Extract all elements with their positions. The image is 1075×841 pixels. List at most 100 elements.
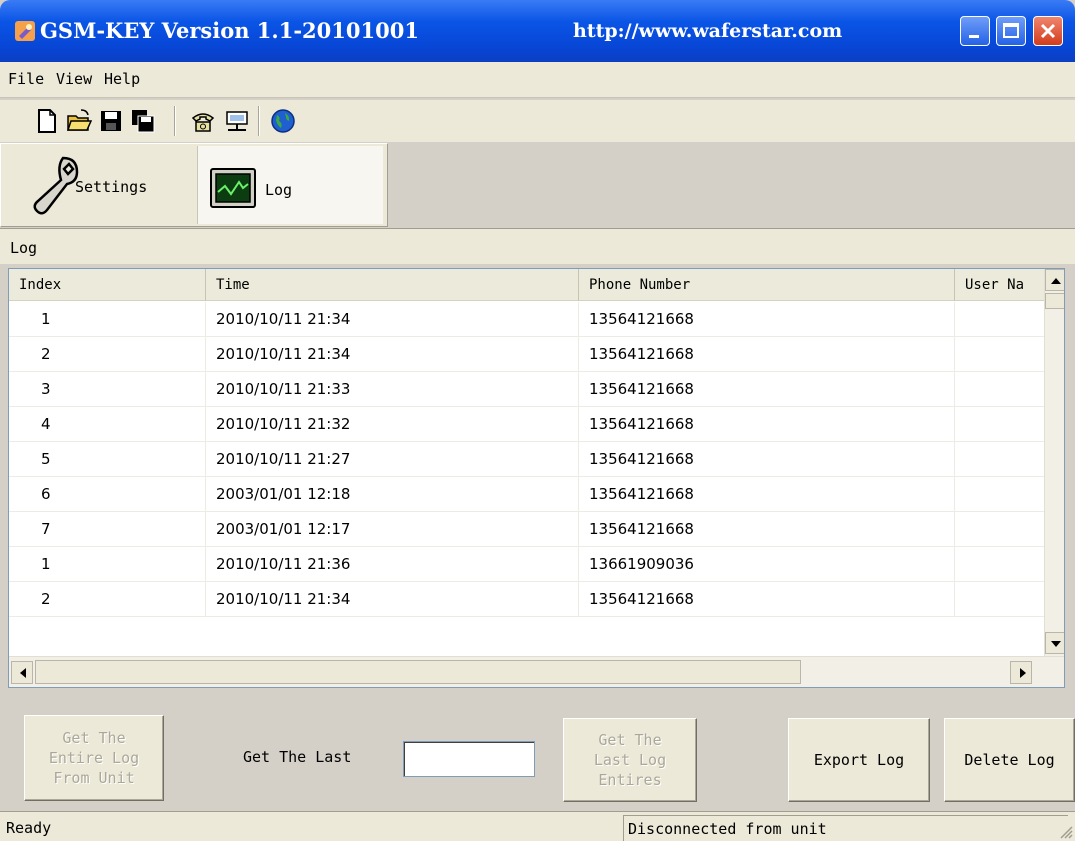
scroll-up-button[interactable] bbox=[1045, 269, 1064, 291]
menu-bar: File View Help bbox=[0, 62, 1075, 98]
table-row[interactable]: 4 2010/10/11 21:32 13564121668 bbox=[9, 407, 1044, 442]
cell-user-name bbox=[955, 477, 1044, 512]
export-log-button[interactable]: Export Log bbox=[788, 718, 930, 802]
toolbar-separator bbox=[174, 106, 176, 136]
cell-phone-number: 13564121668 bbox=[579, 582, 955, 617]
cell-user-name bbox=[955, 512, 1044, 547]
vertical-scrollbar[interactable] bbox=[1044, 269, 1064, 656]
log-table[interactable]: Index Time Phone Number User Na 1 2010/10… bbox=[8, 268, 1065, 688]
app-key-icon bbox=[15, 21, 35, 41]
minimize-button[interactable] bbox=[960, 16, 990, 46]
cell-phone-number: 13564121668 bbox=[579, 302, 955, 337]
maximize-button[interactable] bbox=[996, 16, 1026, 46]
menu-file[interactable]: File bbox=[8, 70, 44, 88]
export-log-label: Export Log bbox=[813, 751, 905, 769]
arrow-left-icon bbox=[20, 668, 26, 678]
cell-user-name bbox=[955, 547, 1044, 582]
table-row[interactable]: 2 2010/10/11 21:34 13564121668 bbox=[9, 582, 1044, 617]
view-tabs: Settings Log bbox=[0, 143, 388, 227]
toolbar bbox=[0, 100, 1075, 142]
table-header: Index Time Phone Number User Na bbox=[9, 269, 1044, 301]
cell-time: 2010/10/11 21:34 bbox=[206, 337, 579, 372]
horizontal-scrollbar[interactable] bbox=[9, 656, 1064, 687]
column-header-phone[interactable]: Phone Number bbox=[579, 269, 955, 301]
tab-settings[interactable]: Settings bbox=[3, 146, 195, 224]
cell-time: 2010/10/11 21:34 bbox=[206, 582, 579, 617]
table-row[interactable]: 3 2010/10/11 21:33 13564121668 bbox=[9, 372, 1044, 407]
cell-index: 4 bbox=[9, 407, 206, 442]
window-title: GSM-KEY Version 1.1-20101001 bbox=[40, 18, 419, 43]
table-row[interactable]: 7 2003/01/01 12:17 13564121668 bbox=[9, 512, 1044, 547]
cell-time: 2010/10/11 21:36 bbox=[206, 547, 579, 582]
column-header-time[interactable]: Time bbox=[206, 269, 579, 301]
cell-phone-number: 13564121668 bbox=[579, 407, 955, 442]
delete-log-button[interactable]: Delete Log bbox=[944, 718, 1075, 802]
cell-index: 2 bbox=[9, 337, 206, 372]
network-icon[interactable] bbox=[224, 108, 250, 134]
phone-icon[interactable] bbox=[190, 108, 216, 134]
cell-phone-number: 13564121668 bbox=[579, 337, 955, 372]
table-row[interactable]: 1 2010/10/11 21:36 13661909036 bbox=[9, 547, 1044, 582]
cell-time: 2010/10/11 21:33 bbox=[206, 372, 579, 407]
cell-time: 2003/01/01 12:17 bbox=[206, 512, 579, 547]
tab-log[interactable]: Log bbox=[197, 146, 383, 224]
column-header-user[interactable]: User Na bbox=[955, 269, 1044, 301]
cell-index: 7 bbox=[9, 512, 206, 547]
column-header-index[interactable]: Index bbox=[9, 269, 206, 301]
close-icon bbox=[1040, 23, 1056, 39]
arrow-right-icon bbox=[1020, 668, 1026, 678]
close-button[interactable] bbox=[1033, 16, 1063, 46]
cell-phone-number: 13661909036 bbox=[579, 547, 955, 582]
get-entire-log-label: Get The Entire Log From Unit bbox=[48, 729, 140, 787]
cell-phone-number: 13564121668 bbox=[579, 512, 955, 547]
title-bar[interactable]: GSM-KEY Version 1.1-20101001 http://www.… bbox=[0, 0, 1075, 62]
save-all-icon[interactable] bbox=[130, 108, 156, 134]
cell-phone-number: 13564121668 bbox=[579, 442, 955, 477]
vertical-scroll-thumb[interactable] bbox=[1045, 293, 1064, 309]
minimize-icon bbox=[969, 35, 979, 38]
scroll-right-button[interactable] bbox=[1010, 661, 1032, 684]
delete-log-label: Delete Log bbox=[964, 751, 1055, 769]
get-last-log-entries-button[interactable]: Get The Last Log Entires bbox=[563, 718, 697, 802]
arrow-up-icon bbox=[1051, 278, 1061, 284]
cell-index: 2 bbox=[9, 582, 206, 617]
get-the-last-input[interactable] bbox=[403, 741, 535, 777]
new-file-icon[interactable] bbox=[34, 108, 60, 134]
toolbar-separator bbox=[258, 106, 260, 136]
horizontal-scroll-thumb[interactable] bbox=[35, 660, 801, 684]
cell-index: 3 bbox=[9, 372, 206, 407]
cell-index: 6 bbox=[9, 477, 206, 512]
tab-log-label: Log bbox=[265, 181, 293, 199]
scroll-left-button[interactable] bbox=[11, 661, 33, 684]
log-panel-title: Log bbox=[10, 239, 38, 257]
cell-index: 1 bbox=[9, 547, 206, 582]
monitor-chart-icon bbox=[210, 168, 256, 208]
cell-index: 1 bbox=[9, 302, 206, 337]
status-text: Ready bbox=[6, 819, 52, 837]
resize-grip-icon[interactable] bbox=[1057, 823, 1073, 839]
table-row[interactable]: 2 2010/10/11 21:34 13564121668 bbox=[9, 337, 1044, 372]
cell-time: 2010/10/11 21:34 bbox=[206, 302, 579, 337]
menu-help[interactable]: Help bbox=[104, 70, 140, 88]
maximize-icon bbox=[1003, 23, 1019, 38]
cell-user-name bbox=[955, 582, 1044, 617]
cell-user-name bbox=[955, 337, 1044, 372]
tab-settings-label: Settings bbox=[75, 178, 148, 196]
menu-view[interactable]: View bbox=[56, 70, 92, 88]
cell-user-name bbox=[955, 407, 1044, 442]
cell-index: 5 bbox=[9, 442, 206, 477]
table-row[interactable]: 6 2003/01/01 12:18 13564121668 bbox=[9, 477, 1044, 512]
cell-user-name bbox=[955, 302, 1044, 337]
save-icon[interactable] bbox=[98, 108, 124, 134]
cell-phone-number: 13564121668 bbox=[579, 477, 955, 512]
table-row[interactable]: 1 2010/10/11 21:34 13564121668 bbox=[9, 302, 1044, 337]
cell-time: 2010/10/11 21:32 bbox=[206, 407, 579, 442]
open-folder-icon[interactable] bbox=[66, 108, 93, 134]
cell-time: 2003/01/01 12:18 bbox=[206, 477, 579, 512]
get-entire-log-button[interactable]: Get The Entire Log From Unit bbox=[24, 715, 164, 801]
table-row[interactable]: 5 2010/10/11 21:27 13564121668 bbox=[9, 442, 1044, 477]
globe-icon[interactable] bbox=[270, 108, 296, 134]
cell-user-name bbox=[955, 442, 1044, 477]
cell-phone-number: 13564121668 bbox=[579, 372, 955, 407]
scroll-down-button[interactable] bbox=[1045, 632, 1064, 654]
